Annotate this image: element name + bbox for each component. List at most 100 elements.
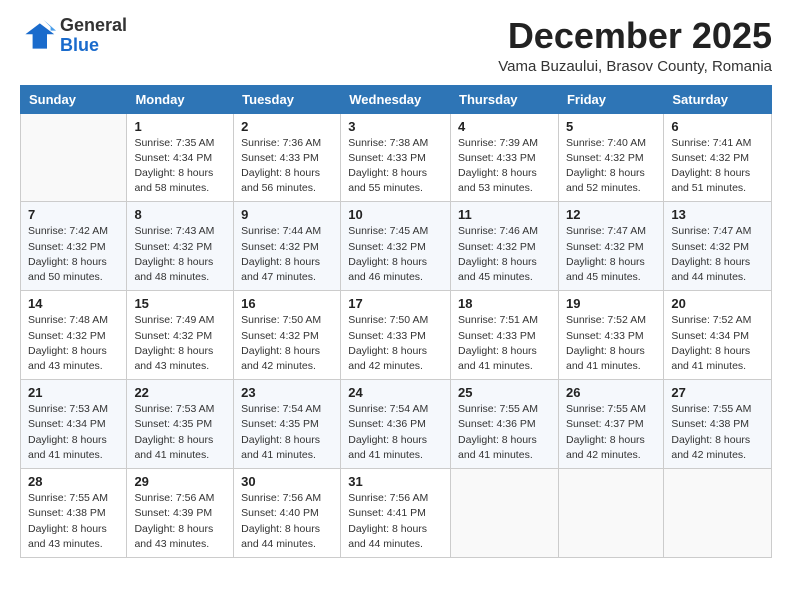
calendar-week-4: 21 Sunrise: 7:53 AMSunset: 4:34 PMDayligh…	[21, 380, 772, 469]
day-info: Sunrise: 7:48 AMSunset: 4:32 PMDaylight:…	[28, 313, 119, 374]
calendar-cell: 18 Sunrise: 7:51 AMSunset: 4:33 PMDayligh…	[451, 291, 559, 380]
calendar-cell	[664, 469, 772, 558]
calendar-cell: 14 Sunrise: 7:48 AMSunset: 4:32 PMDayligh…	[21, 291, 127, 380]
day-info: Sunrise: 7:54 AMSunset: 4:36 PMDaylight:…	[348, 402, 443, 463]
calendar-cell: 31 Sunrise: 7:56 AMSunset: 4:41 PMDayligh…	[341, 469, 451, 558]
day-info: Sunrise: 7:44 AMSunset: 4:32 PMDaylight:…	[241, 224, 333, 285]
month-title: December 2025	[498, 16, 772, 56]
calendar-cell: 2 Sunrise: 7:36 AMSunset: 4:33 PMDaylight…	[234, 113, 341, 202]
day-number: 25	[458, 385, 551, 400]
day-number: 30	[241, 474, 333, 489]
day-number: 6	[671, 119, 764, 134]
calendar-cell: 8 Sunrise: 7:43 AMSunset: 4:32 PMDaylight…	[127, 202, 234, 291]
day-info: Sunrise: 7:47 AMSunset: 4:32 PMDaylight:…	[566, 224, 656, 285]
calendar-cell: 26Sunrise: 7:55 AMSunset: 4:37 PMDayligh…	[558, 380, 663, 469]
calendar-cell: 5 Sunrise: 7:40 AMSunset: 4:32 PMDaylight…	[558, 113, 663, 202]
logo: General Blue	[20, 16, 127, 56]
calendar-cell: 22 Sunrise: 7:53 AMSunset: 4:35 PMDayligh…	[127, 380, 234, 469]
day-info: Sunrise: 7:56 AMSunset: 4:40 PMDaylight:…	[241, 491, 333, 552]
day-info: Sunrise: 7:50 AMSunset: 4:33 PMDaylight:…	[348, 313, 443, 374]
day-number: 12	[566, 207, 656, 222]
day-info: Sunrise: 7:56 AMSunset: 4:41 PMDaylight:…	[348, 491, 443, 552]
col-header-friday: Friday	[558, 85, 663, 113]
day-info: Sunrise: 7:36 AMSunset: 4:33 PMDaylight:…	[241, 136, 333, 197]
day-number: 15	[134, 296, 226, 311]
day-info: Sunrise: 7:55 AMSunset: 4:38 PMDaylight:…	[28, 491, 119, 552]
day-info: Sunrise: 7:40 AMSunset: 4:32 PMDaylight:…	[566, 136, 656, 197]
calendar-cell: 13 Sunrise: 7:47 AMSunset: 4:32 PMDayligh…	[664, 202, 772, 291]
day-number: 26	[566, 385, 656, 400]
calendar-week-3: 14 Sunrise: 7:48 AMSunset: 4:32 PMDayligh…	[21, 291, 772, 380]
logo-general-text: General	[60, 16, 127, 36]
day-number: 22	[134, 385, 226, 400]
calendar-cell: 28 Sunrise: 7:55 AMSunset: 4:38 PMDayligh…	[21, 469, 127, 558]
calendar-header-row: SundayMondayTuesdayWednesdayThursdayFrid…	[21, 85, 772, 113]
day-info: Sunrise: 7:47 AMSunset: 4:32 PMDaylight:…	[671, 224, 764, 285]
day-number: 20	[671, 296, 764, 311]
calendar-cell: 7Sunrise: 7:42 AMSunset: 4:32 PMDaylight…	[21, 202, 127, 291]
calendar-cell: 15Sunrise: 7:49 AMSunset: 4:32 PMDayligh…	[127, 291, 234, 380]
day-number: 8	[134, 207, 226, 222]
day-info: Sunrise: 7:45 AMSunset: 4:32 PMDaylight:…	[348, 224, 443, 285]
calendar-cell: 17 Sunrise: 7:50 AMSunset: 4:33 PMDayligh…	[341, 291, 451, 380]
calendar-cell: 9 Sunrise: 7:44 AMSunset: 4:32 PMDaylight…	[234, 202, 341, 291]
day-info: Sunrise: 7:46 AMSunset: 4:32 PMDaylight:…	[458, 224, 551, 285]
day-number: 28	[28, 474, 119, 489]
day-info: Sunrise: 7:51 AMSunset: 4:33 PMDaylight:…	[458, 313, 551, 374]
day-number: 2	[241, 119, 333, 134]
calendar-cell: 11 Sunrise: 7:46 AMSunset: 4:32 PMDayligh…	[451, 202, 559, 291]
day-number: 1	[134, 119, 226, 134]
calendar-cell: 3 Sunrise: 7:38 AMSunset: 4:33 PMDaylight…	[341, 113, 451, 202]
col-header-wednesday: Wednesday	[341, 85, 451, 113]
day-number: 18	[458, 296, 551, 311]
calendar-cell: 23Sunrise: 7:54 AMSunset: 4:35 PMDayligh…	[234, 380, 341, 469]
title-block: December 2025 Vama Buzaului, Brasov Coun…	[498, 16, 772, 75]
logo-blue-text: Blue	[60, 36, 127, 56]
calendar-cell: 19 Sunrise: 7:52 AMSunset: 4:33 PMDayligh…	[558, 291, 663, 380]
day-info: Sunrise: 7:52 AMSunset: 4:34 PMDaylight:…	[671, 313, 764, 374]
day-number: 29	[134, 474, 226, 489]
calendar-cell: 4Sunrise: 7:39 AMSunset: 4:33 PMDaylight…	[451, 113, 559, 202]
day-info: Sunrise: 7:42 AMSunset: 4:32 PMDaylight:…	[28, 224, 119, 285]
day-number: 21	[28, 385, 119, 400]
calendar-cell	[558, 469, 663, 558]
calendar-cell: 1 Sunrise: 7:35 AMSunset: 4:34 PMDaylight…	[127, 113, 234, 202]
calendar-week-2: 7Sunrise: 7:42 AMSunset: 4:32 PMDaylight…	[21, 202, 772, 291]
day-number: 19	[566, 296, 656, 311]
col-header-saturday: Saturday	[664, 85, 772, 113]
day-info: Sunrise: 7:52 AMSunset: 4:33 PMDaylight:…	[566, 313, 656, 374]
calendar-cell: 10 Sunrise: 7:45 AMSunset: 4:32 PMDayligh…	[341, 202, 451, 291]
calendar-cell: 16Sunrise: 7:50 AMSunset: 4:32 PMDayligh…	[234, 291, 341, 380]
day-info: Sunrise: 7:56 AMSunset: 4:39 PMDaylight:…	[134, 491, 226, 552]
day-number: 9	[241, 207, 333, 222]
day-number: 24	[348, 385, 443, 400]
day-info: Sunrise: 7:38 AMSunset: 4:33 PMDaylight:…	[348, 136, 443, 197]
day-info: Sunrise: 7:54 AMSunset: 4:35 PMDaylight:…	[241, 402, 333, 463]
day-info: Sunrise: 7:35 AMSunset: 4:34 PMDaylight:…	[134, 136, 226, 197]
day-number: 17	[348, 296, 443, 311]
calendar-week-5: 28 Sunrise: 7:55 AMSunset: 4:38 PMDayligh…	[21, 469, 772, 558]
day-number: 3	[348, 119, 443, 134]
day-info: Sunrise: 7:55 AMSunset: 4:36 PMDaylight:…	[458, 402, 551, 463]
day-info: Sunrise: 7:41 AMSunset: 4:32 PMDaylight:…	[671, 136, 764, 197]
day-number: 10	[348, 207, 443, 222]
day-number: 14	[28, 296, 119, 311]
day-number: 5	[566, 119, 656, 134]
calendar-cell: 30 Sunrise: 7:56 AMSunset: 4:40 PMDayligh…	[234, 469, 341, 558]
location: Vama Buzaului, Brasov County, Romania	[498, 58, 772, 75]
day-number: 31	[348, 474, 443, 489]
day-info: Sunrise: 7:53 AMSunset: 4:35 PMDaylight:…	[134, 402, 226, 463]
calendar-cell: 21 Sunrise: 7:53 AMSunset: 4:34 PMDayligh…	[21, 380, 127, 469]
day-info: Sunrise: 7:50 AMSunset: 4:32 PMDaylight:…	[241, 313, 333, 374]
header: General Blue December 2025 Vama Buzaului…	[20, 16, 772, 75]
calendar-table: SundayMondayTuesdayWednesdayThursdayFrid…	[20, 85, 772, 558]
day-info: Sunrise: 7:53 AMSunset: 4:34 PMDaylight:…	[28, 402, 119, 463]
day-number: 11	[458, 207, 551, 222]
calendar-cell	[21, 113, 127, 202]
day-number: 4	[458, 119, 551, 134]
calendar-cell: 29 Sunrise: 7:56 AMSunset: 4:39 PMDayligh…	[127, 469, 234, 558]
col-header-thursday: Thursday	[451, 85, 559, 113]
calendar-cell: 27Sunrise: 7:55 AMSunset: 4:38 PMDayligh…	[664, 380, 772, 469]
day-number: 13	[671, 207, 764, 222]
day-info: Sunrise: 7:43 AMSunset: 4:32 PMDaylight:…	[134, 224, 226, 285]
